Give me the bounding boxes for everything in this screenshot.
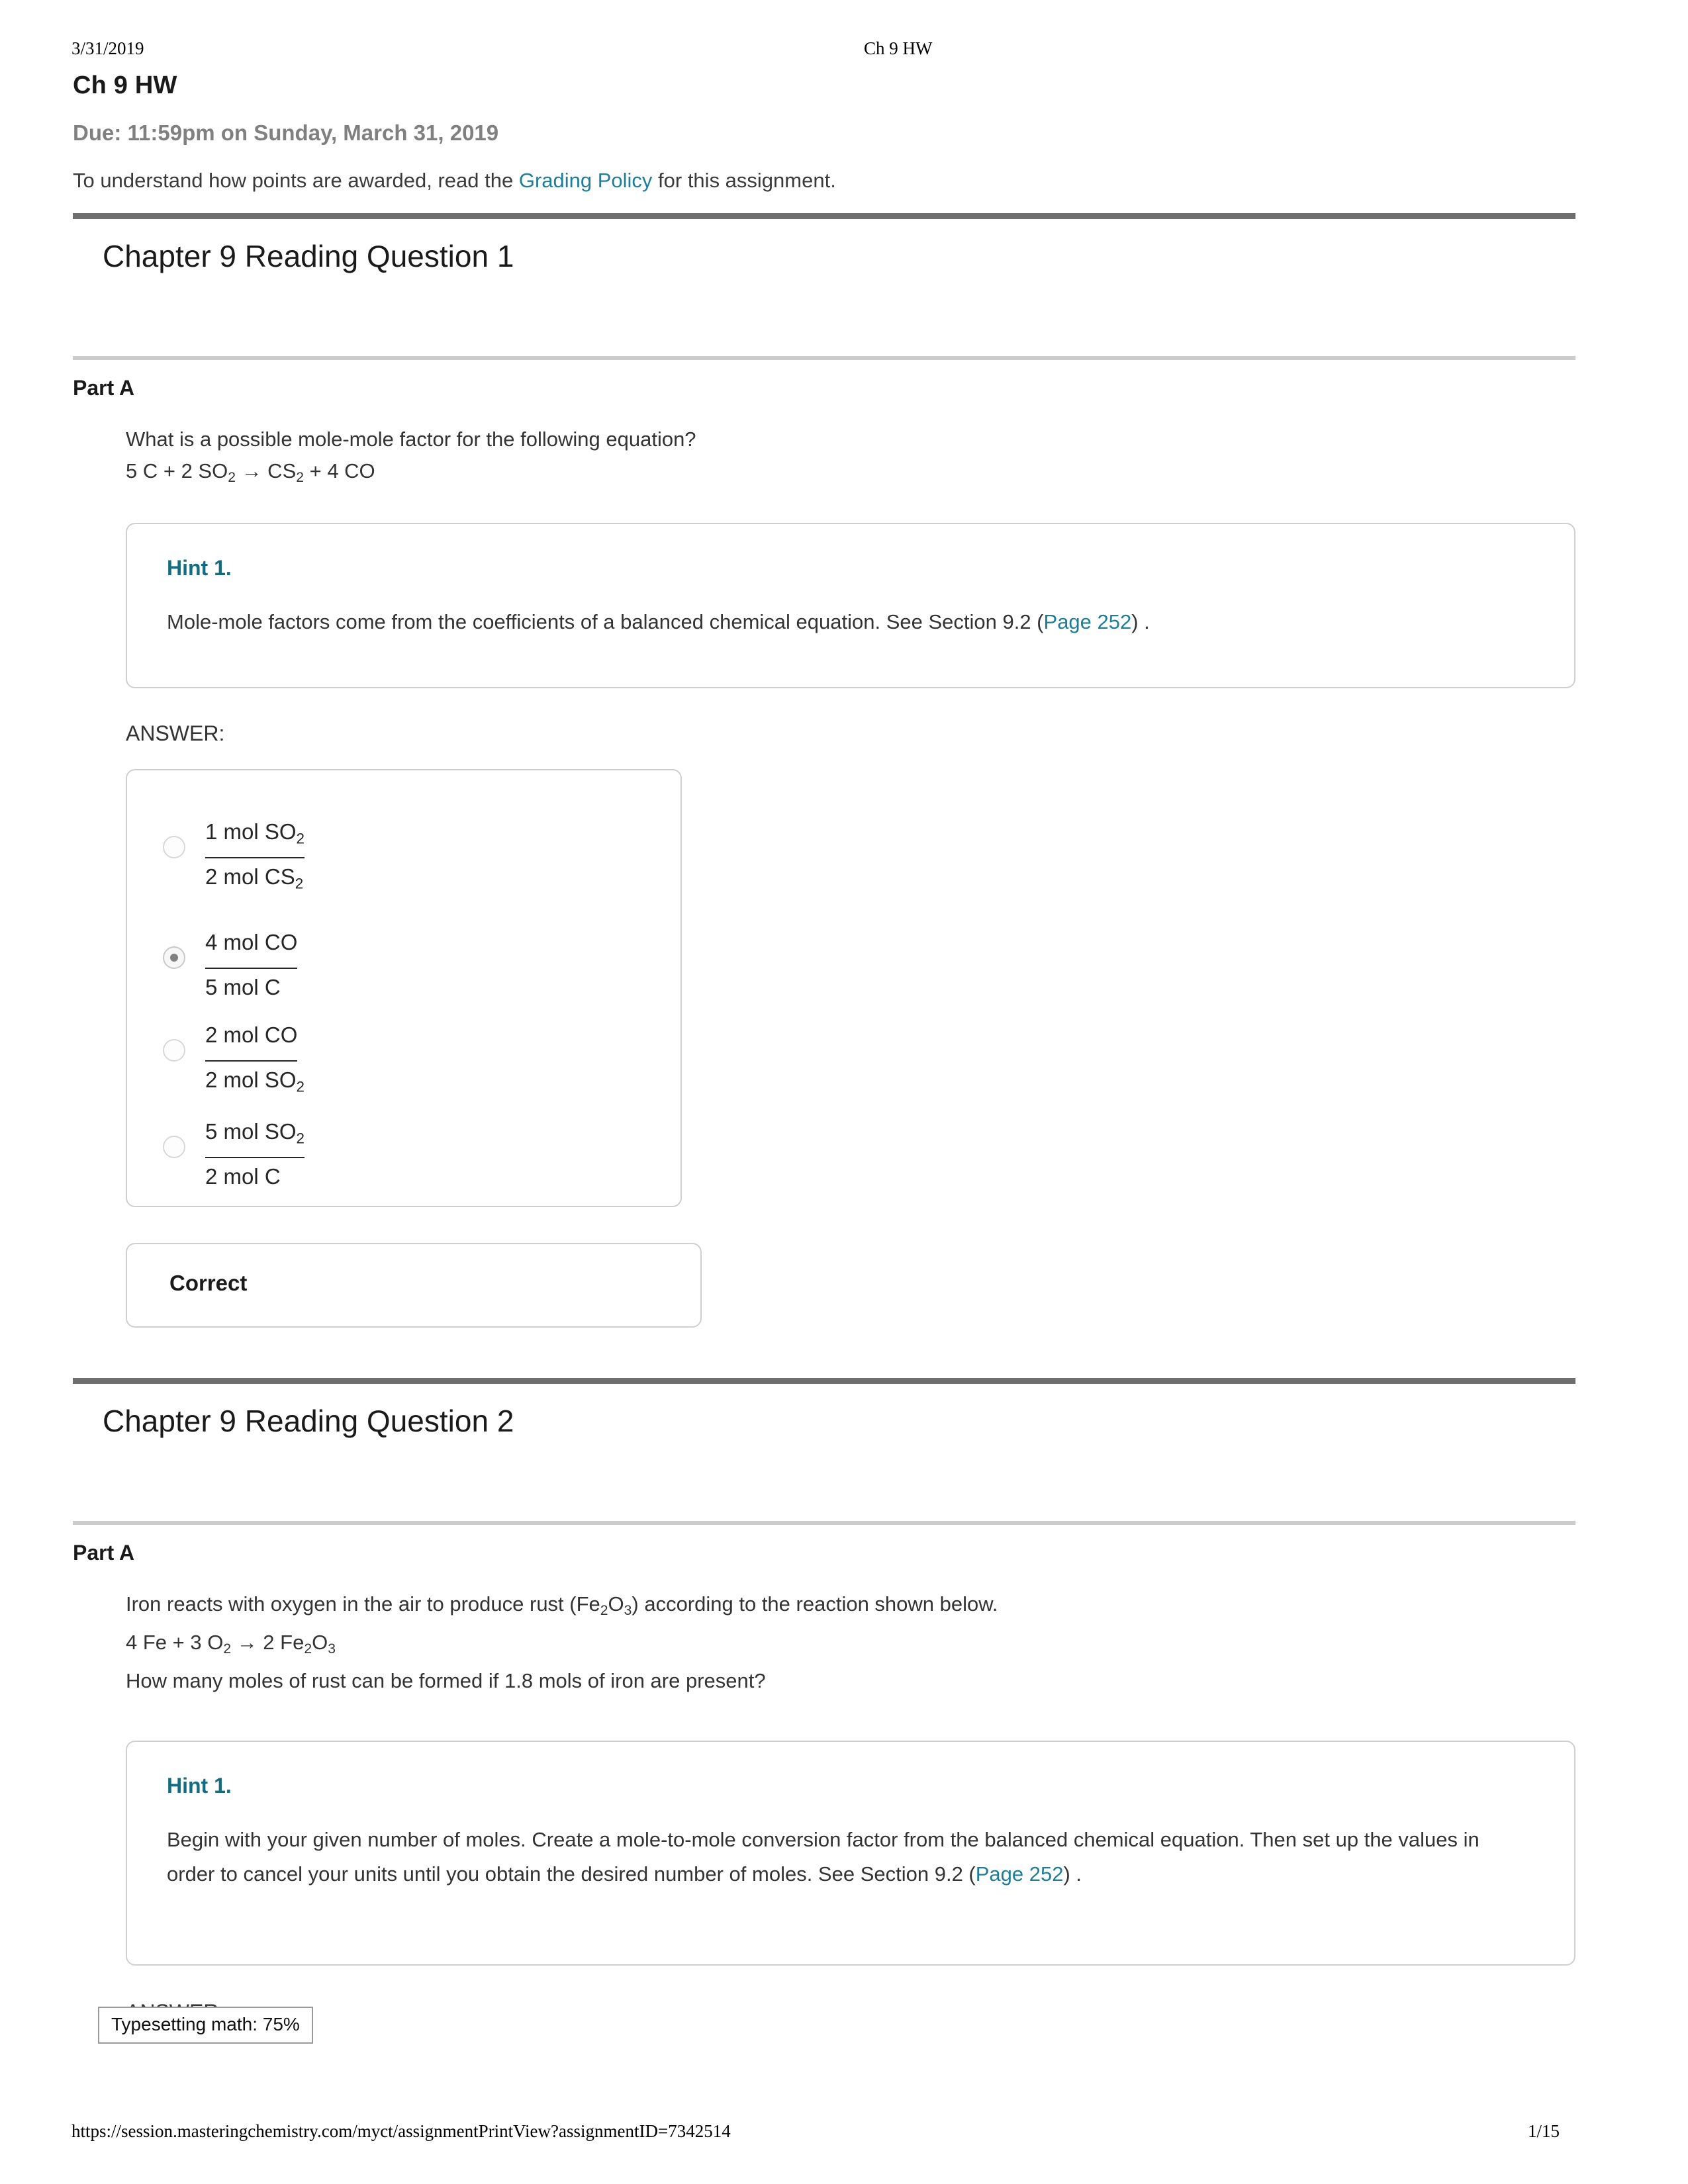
grading-policy-note: To understand how points are awarded, re…: [73, 169, 836, 193]
eq1-tail: + 4 CO: [303, 459, 375, 482]
radio-option-4[interactable]: [163, 1136, 185, 1158]
intro-part-a: Iron reacts with oxygen in the air to pr…: [126, 1592, 600, 1615]
radio-option-3[interactable]: [163, 1039, 185, 1062]
choice-1-fraction: 1 mol SO2 2 mol CS2: [205, 815, 305, 901]
choice-4-numerator: 5 mol SO2: [205, 1115, 305, 1159]
eq1-sub2: 2: [296, 469, 304, 485]
choice-option-2[interactable]: 4 mol CO 5 mol C: [127, 917, 680, 999]
problem-2-equation: 4 Fe + 3 O2 → 2 Fe2O3: [126, 1627, 998, 1665]
grading-note-suffix: for this assignment.: [652, 169, 836, 192]
footer-page-number: 1/15: [1528, 2121, 1560, 2141]
print-document-title: Ch 9 HW: [864, 38, 933, 58]
hint2-text-after: ) .: [1063, 1862, 1082, 1886]
radio-option-2[interactable]: [163, 946, 185, 969]
choice-option-1[interactable]: 1 mol SO2 2 mol CS2: [127, 807, 680, 892]
hint2-text-before: Begin with your given number of moles. C…: [167, 1828, 1479, 1886]
problem-1-equation: 5 C + 2 SO2 → CS2 + 4 CO: [126, 455, 696, 494]
part-divider-2: [73, 1521, 1575, 1525]
section-divider-top: [73, 213, 1575, 219]
choice-3-fraction: 2 mol CO 2 mol SO2: [205, 1018, 305, 1105]
choice-option-3[interactable]: 2 mol CO 2 mol SO2: [127, 1010, 680, 1095]
problem-2-hint-body: Begin with your given number of moles. C…: [167, 1823, 1530, 1891]
problem-1-question-line: What is a possible mole-mole factor for …: [126, 428, 696, 451]
intro-part-c: ) according to the reaction shown below.: [632, 1592, 998, 1615]
mathjax-status-bar: Typesetting math: 75%: [98, 2007, 313, 2044]
eq2-arrow: → 2 Fe: [231, 1630, 305, 1654]
problem-1-part-label: Part A: [73, 376, 135, 400]
problem-1-hint-title: Hint 1.: [167, 556, 232, 580]
hint1-text-after: ) .: [1131, 610, 1150, 633]
print-date: 3/31/2019: [71, 38, 144, 58]
intro-part-b: O: [608, 1592, 624, 1615]
page-252-link-1[interactable]: Page 252: [1044, 610, 1132, 633]
choice-2-numerator: 4 mol CO: [205, 925, 298, 970]
section-divider-middle: [73, 1378, 1575, 1384]
eq1-arrow: → CS: [235, 459, 297, 482]
assignment-title: Ch 9 HW: [73, 71, 177, 99]
part-divider-1: [73, 356, 1575, 360]
problem-1-answer-label: ANSWER:: [126, 721, 225, 745]
choice-1-denominator: 2 mol CS2: [205, 864, 304, 892]
problem-1-feedback-text: Correct: [169, 1271, 248, 1295]
problem-2-question-text: Iron reacts with oxygen in the air to pr…: [126, 1588, 998, 1697]
choice-3-numerator: 2 mol CO: [205, 1018, 298, 1062]
choice-1-numerator: 1 mol SO2: [205, 815, 305, 859]
eq2-sub3: 3: [328, 1641, 336, 1657]
problem-1-choice-group[interactable]: 1 mol SO2 2 mol CS2 4 mol CO 5 mol C 2 m…: [126, 769, 682, 1207]
print-page: 3/31/2019 Ch 9 HW Ch 9 HW Due: 11:59pm o…: [0, 0, 1688, 2184]
problem-1-feedback-box: Correct: [126, 1243, 702, 1328]
choice-3-denominator: 2 mol SO2: [205, 1068, 305, 1095]
problem-2-hint-title: Hint 1.: [167, 1774, 232, 1797]
problem-2-hint-box: Hint 1. Begin with your given number of …: [126, 1741, 1575, 1966]
eq1-sub1: 2: [228, 469, 236, 485]
radio-option-1[interactable]: [163, 836, 185, 858]
problem-2-intro: Iron reacts with oxygen in the air to pr…: [126, 1588, 998, 1627]
choice-2-denominator: 5 mol C: [205, 975, 281, 1000]
problem-2-question-line: How many moles of rust can be formed if …: [126, 1668, 766, 1692]
footer-url: https://session.masteringchemistry.com/m…: [71, 2121, 731, 2141]
choice-2-fraction: 4 mol CO 5 mol C: [205, 925, 298, 1012]
problem-2-title: Chapter 9 Reading Question 2: [103, 1404, 514, 1438]
eq2-part1: 4 Fe + 3 O: [126, 1630, 224, 1654]
eq1-part1: 5 C + 2 SO: [126, 459, 228, 482]
intro-sub-2: 3: [624, 1602, 632, 1618]
problem-1-title: Chapter 9 Reading Question 1: [103, 239, 514, 273]
choice-option-4[interactable]: 5 mol SO2 2 mol C: [127, 1107, 680, 1189]
problem-1-hint-box: Hint 1. Mole-mole factors come from the …: [126, 523, 1575, 688]
grading-policy-link[interactable]: Grading Policy: [519, 169, 653, 192]
grading-note-prefix: To understand how points are awarded, re…: [73, 169, 519, 192]
problem-1-question-text: What is a possible mole-mole factor for …: [126, 424, 696, 494]
eq2-sub2: 2: [304, 1641, 312, 1657]
choice-4-denominator: 2 mol C: [205, 1164, 281, 1189]
eq2-sub1: 2: [223, 1641, 232, 1657]
assignment-due-date: Due: 11:59pm on Sunday, March 31, 2019: [73, 120, 499, 145]
intro-sub-1: 2: [600, 1602, 608, 1618]
choice-4-fraction: 5 mol SO2 2 mol C: [205, 1115, 305, 1201]
problem-2-part-label: Part A: [73, 1541, 135, 1565]
page-252-link-2[interactable]: Page 252: [976, 1862, 1064, 1886]
problem-1-hint-body: Mole-mole factors come from the coeffici…: [167, 605, 1530, 639]
hint1-text-before: Mole-mole factors come from the coeffici…: [167, 610, 1044, 633]
eq2-mid: O: [312, 1630, 328, 1654]
